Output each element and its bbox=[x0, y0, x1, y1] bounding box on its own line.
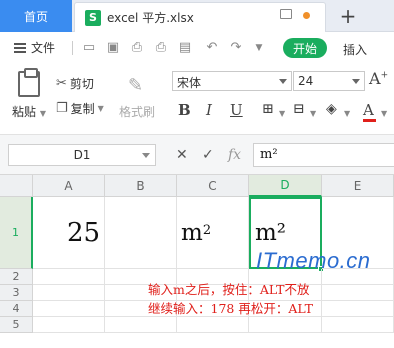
paste-icon[interactable] bbox=[18, 68, 40, 97]
cell-a1[interactable]: 25 bbox=[33, 197, 105, 269]
unsaved-dot-icon bbox=[303, 12, 310, 19]
file-menu-label: 文件 bbox=[31, 41, 56, 55]
italic-button[interactable]: I bbox=[206, 101, 212, 119]
column-header-e[interactable]: E bbox=[322, 175, 394, 197]
increase-font-button[interactable]: A+ bbox=[369, 69, 388, 88]
cell-reference: D1 bbox=[73, 148, 91, 162]
ribbon-toolbar: 粘贴 ▼ ✂ 剪切 ❐ 复制 ▼ ✎ 格式刷 宋体 24 A+ B I U ⊞ … bbox=[0, 63, 394, 135]
cell-c1[interactable]: m2 bbox=[177, 197, 249, 269]
tab-start[interactable]: 开始 bbox=[283, 38, 327, 58]
row-header-4[interactable]: 4 bbox=[0, 301, 33, 317]
fill-color-icon[interactable]: ◈ bbox=[326, 101, 337, 117]
underline-button[interactable]: U bbox=[230, 101, 243, 119]
formula-input[interactable]: m² bbox=[253, 143, 394, 167]
cut-button[interactable]: ✂ 剪切 bbox=[56, 75, 94, 92]
chevron-down-icon bbox=[352, 79, 360, 84]
cell[interactable] bbox=[249, 317, 322, 333]
file-menu-button[interactable]: 文件 bbox=[14, 39, 55, 56]
print-preview-icon[interactable]: ⎙ bbox=[130, 41, 144, 55]
copy-button[interactable]: ❐ 复制 ▼ bbox=[56, 100, 104, 117]
tab-home[interactable]: 首页 bbox=[0, 0, 72, 32]
cell[interactable] bbox=[322, 301, 394, 317]
font-size-value: 24 bbox=[298, 74, 314, 88]
chevron-down-icon[interactable]: ▼ bbox=[252, 41, 266, 55]
cell[interactable] bbox=[33, 285, 105, 301]
select-all-corner[interactable] bbox=[0, 175, 33, 197]
paste-button[interactable]: 粘贴 ▼ bbox=[12, 103, 46, 120]
column-header-d[interactable]: D bbox=[249, 175, 322, 197]
copy-icon: ❐ bbox=[56, 101, 68, 116]
format-painter-button[interactable]: 格式刷 bbox=[119, 103, 155, 120]
scissors-icon: ✂ bbox=[56, 76, 67, 91]
tab-bar: 首页 S excel 平方.xlsx + bbox=[0, 0, 394, 32]
row-header-1[interactable]: 1 bbox=[0, 197, 33, 269]
chevron-down-icon[interactable]: ▼ bbox=[381, 109, 387, 118]
separator bbox=[72, 41, 73, 55]
column-header-a[interactable]: A bbox=[33, 175, 105, 197]
cell[interactable] bbox=[177, 317, 249, 333]
cell[interactable] bbox=[33, 317, 105, 333]
insert-function-button[interactable]: fx bbox=[228, 147, 241, 163]
new-tab-button[interactable]: + bbox=[336, 3, 360, 29]
chevron-down-icon bbox=[279, 79, 287, 84]
monitor-icon[interactable] bbox=[280, 9, 292, 19]
row-header-3[interactable]: 3 bbox=[0, 285, 33, 301]
format-painter-icon: ✎ bbox=[128, 75, 144, 96]
cell[interactable] bbox=[33, 301, 105, 317]
redo-icon[interactable]: ↷ bbox=[229, 41, 243, 55]
font-color-button[interactable]: A bbox=[363, 101, 374, 119]
column-header-c[interactable]: C bbox=[177, 175, 249, 197]
font-size-select[interactable]: 24 bbox=[293, 71, 365, 91]
annotation-line-2: 继续输入：178 再松开：ALT bbox=[148, 301, 313, 316]
cell-value: m bbox=[181, 219, 203, 246]
cell[interactable] bbox=[105, 317, 177, 333]
save-icon[interactable]: ▣ bbox=[106, 41, 120, 55]
merge-icon[interactable]: ⊟ bbox=[293, 101, 305, 117]
chevron-down-icon[interactable]: ▼ bbox=[344, 109, 350, 118]
cell[interactable] bbox=[33, 269, 105, 285]
font-color-swatch bbox=[363, 119, 376, 122]
column-header-b[interactable]: B bbox=[105, 175, 177, 197]
copy-label: 复制 bbox=[70, 102, 95, 116]
superscript-value: 2 bbox=[202, 223, 212, 238]
hamburger-icon bbox=[14, 42, 26, 53]
cancel-icon[interactable]: ✕ bbox=[176, 147, 188, 163]
cell-value: 25 bbox=[67, 217, 101, 248]
cell[interactable] bbox=[322, 317, 394, 333]
cell-b1[interactable] bbox=[105, 197, 177, 269]
chevron-down-icon bbox=[142, 153, 150, 158]
export-pdf-icon[interactable]: ▤ bbox=[178, 41, 192, 55]
spreadsheet-icon: S bbox=[85, 9, 101, 26]
bold-button[interactable]: B bbox=[178, 101, 191, 119]
formula-bar: D1 ✕ ✓ fx m² bbox=[0, 135, 394, 175]
menu-row: 文件 ▭ ▣ ⎙ ⎙ ▤ ↶ ↷ ▼ 开始 插入 bbox=[0, 33, 394, 63]
chevron-down-icon[interactable]: ▼ bbox=[279, 109, 285, 118]
row-header-5[interactable]: 5 bbox=[0, 317, 33, 333]
font-name-select[interactable]: 宋体 bbox=[172, 71, 292, 91]
open-folder-icon[interactable]: ▭ bbox=[82, 41, 96, 55]
print-icon[interactable]: ⎙ bbox=[154, 41, 168, 55]
name-box[interactable]: D1 bbox=[8, 144, 156, 166]
tab-insert[interactable]: 插入 bbox=[343, 41, 367, 58]
font-name-value: 宋体 bbox=[177, 76, 202, 90]
row-header-2[interactable]: 2 bbox=[0, 269, 33, 285]
cut-label: 剪切 bbox=[69, 77, 94, 91]
confirm-icon[interactable]: ✓ bbox=[202, 147, 214, 163]
chevron-down-icon[interactable]: ▼ bbox=[310, 109, 316, 118]
cell[interactable] bbox=[322, 285, 394, 301]
undo-icon[interactable]: ↶ bbox=[205, 41, 219, 55]
watermark: ITmemo.cn bbox=[256, 248, 371, 273]
document-title: excel 平方.xlsx bbox=[107, 11, 194, 25]
cell-value: m² bbox=[255, 220, 287, 246]
annotation-line-1: 输入m之后，按住：ALT不放 bbox=[148, 282, 310, 297]
borders-icon[interactable]: ⊞ bbox=[262, 101, 274, 117]
